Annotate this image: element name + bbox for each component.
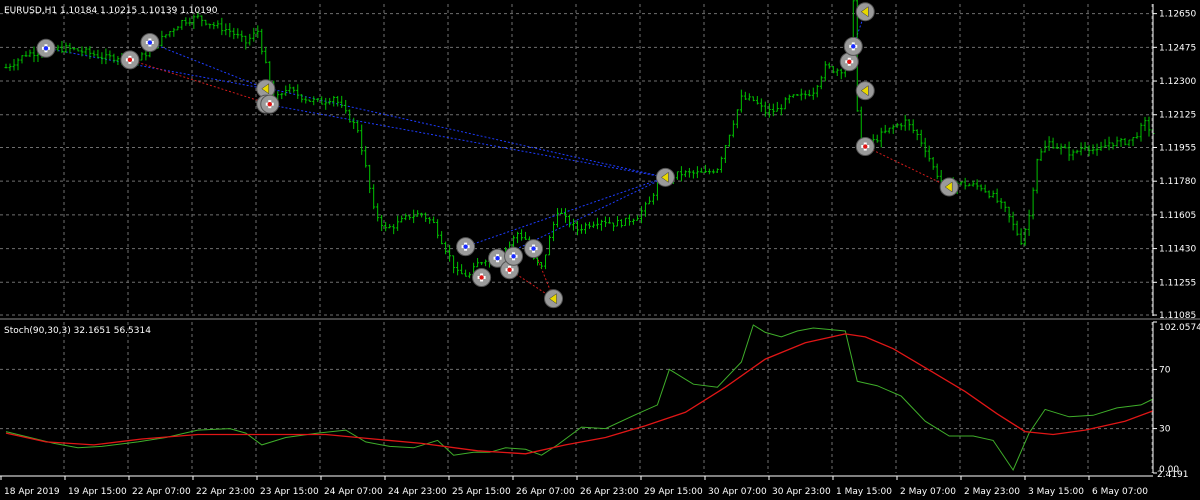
price-tick-label: 1.12650 [1159, 10, 1196, 20]
price-tick-label: 1.11605 [1159, 211, 1196, 221]
buy-dot-icon [531, 246, 536, 251]
trade-marker-buy[interactable] [456, 237, 476, 257]
time-tick-label: 18 Apr 2019 [4, 487, 60, 497]
time-tick-label: 1 May 15:00 [836, 487, 892, 497]
time-tick-label: 24 Apr 07:00 [324, 487, 383, 497]
stochastic-label: Stoch(90,30,3) 32.1651 56.5314 [4, 326, 151, 336]
price-tick-label: 1.11430 [1159, 245, 1196, 255]
chart-background [0, 0, 1200, 500]
trade-marker-sell[interactable] [855, 137, 875, 157]
sell-dot-icon [863, 144, 868, 149]
price-tick-label: 1.11780 [1159, 177, 1196, 187]
trade-marker-buy[interactable] [843, 36, 863, 56]
time-tick-label: 2 May 23:00 [964, 487, 1020, 497]
time-tick-label: 19 Apr 15:00 [68, 487, 127, 497]
trade-marker-sell[interactable] [472, 267, 492, 287]
sell-dot-icon [847, 59, 852, 64]
trade-marker-close[interactable] [655, 167, 675, 187]
sell-dot-icon [127, 57, 133, 63]
symbol-label: EURUSD,H1 1.10184 1.10215 1.10139 1.1019… [4, 6, 218, 16]
buy-dot-icon [147, 40, 153, 45]
price-tick-label: 1.12125 [1159, 111, 1196, 121]
time-tick-label: 23 Apr 15:00 [260, 487, 319, 497]
time-tick-label: 2 May 07:00 [900, 487, 956, 497]
buy-dot-icon [495, 256, 500, 261]
trade-marker-close[interactable] [855, 2, 875, 22]
time-tick-label: 25 Apr 15:00 [452, 487, 511, 497]
trading-chart[interactable]: 1.12650 1.12475 1.12300 1.12125 1.11955 1.117… [0, 0, 1200, 500]
stochastic-extra-label: 2.4191 [1157, 470, 1189, 480]
trade-marker-sell[interactable] [260, 94, 280, 114]
trade-marker-buy[interactable] [504, 246, 524, 266]
time-tick-label: 22 Apr 07:00 [132, 487, 191, 497]
buy-dot-icon [43, 46, 49, 51]
price-tick-label: 1.12475 [1159, 43, 1196, 53]
trade-marker-sell[interactable] [120, 50, 140, 70]
buy-dot-icon [463, 244, 468, 249]
price-tick-label: 1.12300 [1159, 77, 1196, 87]
price-tick-label: 1.11255 [1159, 278, 1196, 288]
sell-dot-icon [479, 275, 484, 280]
buy-dot-icon [851, 44, 856, 49]
time-tick-label: 30 Apr 23:00 [772, 487, 831, 497]
price-tick-label: 1.11955 [1159, 143, 1196, 153]
trade-marker-buy[interactable] [524, 239, 544, 259]
stoch-tick-label: 70 [1159, 365, 1171, 375]
price-tick-label: 1.11085 [1159, 311, 1196, 321]
time-tick-label: 29 Apr 15:00 [644, 487, 703, 497]
trade-marker-buy[interactable] [140, 33, 160, 53]
stoch-tick-label: 30 [1159, 425, 1171, 435]
time-tick-label: 30 Apr 07:00 [708, 487, 767, 497]
time-tick-label: 3 May 15:00 [1028, 487, 1084, 497]
time-tick-label: 22 Apr 23:00 [196, 487, 255, 497]
sell-dot-icon [507, 267, 512, 272]
buy-dot-icon [511, 254, 516, 259]
time-tick-label: 24 Apr 23:00 [388, 487, 447, 497]
time-tick-label: 26 Apr 07:00 [516, 487, 575, 497]
trade-marker-close[interactable] [544, 289, 564, 309]
sell-dot-icon [267, 101, 272, 107]
trade-marker-close[interactable] [939, 177, 959, 197]
time-tick-label: 26 Apr 23:00 [580, 487, 639, 497]
time-tick-label: 6 May 07:00 [1092, 487, 1148, 497]
trade-marker-close[interactable] [855, 81, 875, 101]
trade-marker-buy[interactable] [36, 38, 56, 58]
stoch-tick-label: 102.0574 [1159, 323, 1200, 333]
